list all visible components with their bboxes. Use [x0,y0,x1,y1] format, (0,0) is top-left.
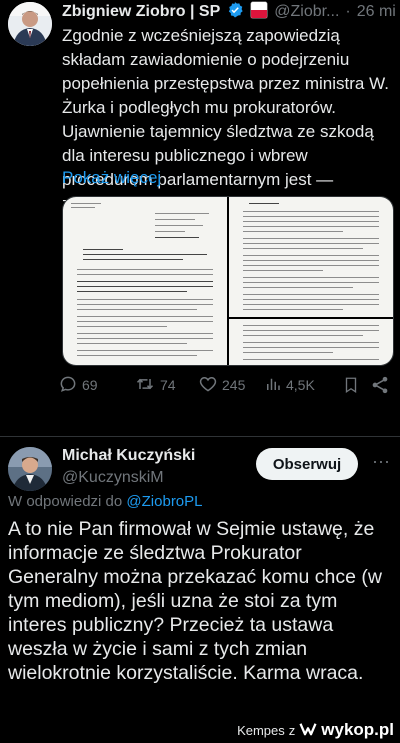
tweet-media-document[interactable] [62,196,394,366]
avatar-kuczynski[interactable] [8,447,52,491]
author-name[interactable]: Michał Kuczyński [62,447,195,465]
document-page-image [229,197,393,317]
like-button[interactable]: 245 [198,374,245,397]
repost-button[interactable]: 74 [134,374,176,397]
show-more-link[interactable]: Pokaż więcej [62,168,161,188]
wykop-logo-icon [299,721,317,740]
more-options-icon[interactable]: ··· [372,451,390,472]
tweet-actions: 69 74 245 4,5K [58,370,396,400]
verified-badge-icon [226,1,244,24]
follow-button[interactable]: Obserwuj [256,448,358,480]
reply-button[interactable]: 69 [58,374,98,397]
share-icon[interactable] [370,375,390,398]
watermark-z: z [288,722,296,738]
tweet-text: A to nie Pan firmował w Sejmie ustawę, ż… [8,518,382,684]
tweet-header: Zbigniew Ziobro | SP @Ziobr... · 26 min … [62,0,396,24]
watermark-user: Kempes [237,722,285,738]
repost-icon [134,374,156,397]
reply-mention-link[interactable]: @ZiobroPL [126,493,202,510]
author-handle[interactable]: @Ziobr... [274,3,339,21]
views-button[interactable]: 4,5K [264,375,315,396]
reply-context: W odpowiedzi do @ZiobroPL [8,493,203,510]
like-count: 245 [222,377,246,393]
watermark-site: wykop.pl [321,720,394,739]
bookmark-icon[interactable] [342,375,360,398]
author-name[interactable]: Zbigniew Ziobro | SP [62,3,220,21]
watermark: Kempes z wykop.pl [237,719,394,741]
views-count: 4,5K [286,377,315,393]
document-page-image [229,319,393,365]
reply-prefix: W odpowiedzi do [8,493,123,510]
separator-dot: · [345,3,351,20]
repost-count: 74 [160,377,176,393]
reply-count: 69 [82,377,98,393]
tweet-ziobro[interactable]: Zbigniew Ziobro | SP @Ziobr... · 26 min … [0,0,400,436]
tweet-kuczynski[interactable]: Michał Kuczyński @KuczynskiM Obserwuj ··… [0,436,400,743]
author-handle[interactable]: @KuczynskiM [62,469,164,487]
analytics-icon [264,375,282,396]
government-badge-icon [250,0,268,24]
heart-icon [198,374,218,397]
timestamp[interactable]: 26 min [357,3,396,21]
avatar-ziobro[interactable] [8,2,52,46]
document-page-image [63,197,227,365]
reply-icon [58,374,78,397]
